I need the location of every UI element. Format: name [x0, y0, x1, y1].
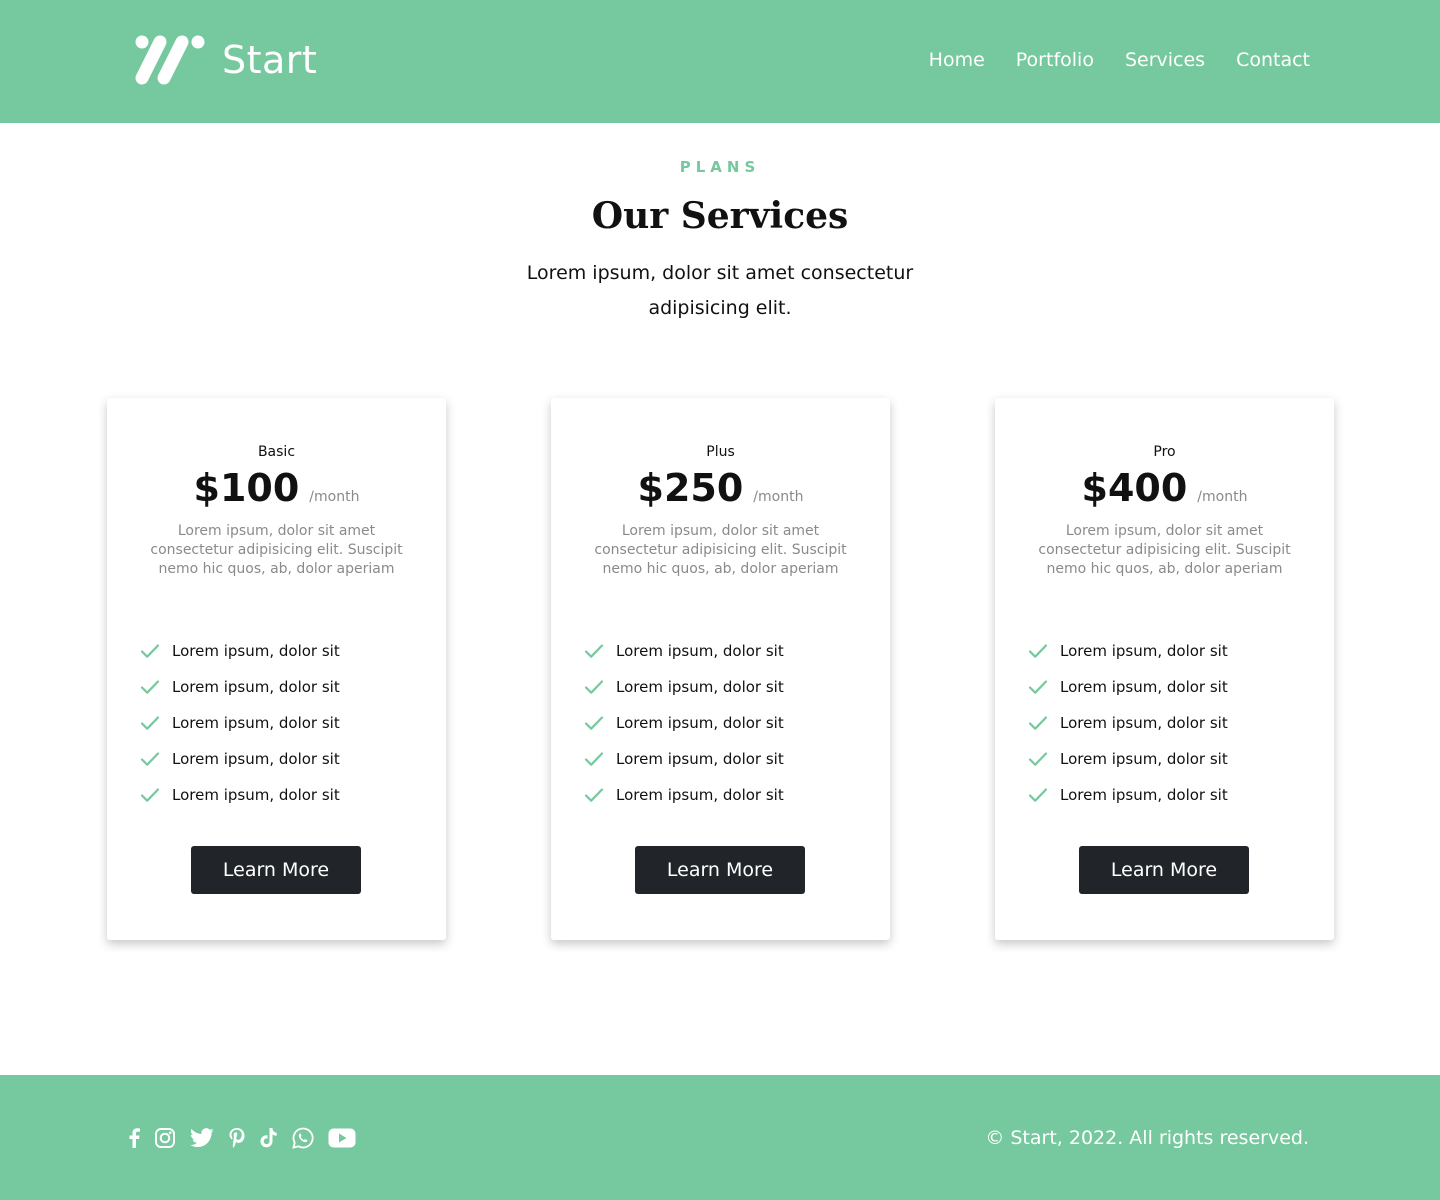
whatsapp-icon[interactable]	[292, 1125, 314, 1151]
learn-more-button[interactable]: Learn More	[1079, 846, 1249, 894]
copyright-text: © Start, 2022. All rights reserved.	[985, 1127, 1309, 1149]
plan-description: Lorem ipsum, dolor sit amet consectetur …	[150, 523, 403, 577]
feature-item: Lorem ipsum, dolor sit	[584, 741, 784, 777]
feature-item: Lorem ipsum, dolor sit	[1028, 777, 1228, 813]
check-icon	[584, 713, 604, 733]
logo[interactable]: Start	[134, 34, 317, 86]
feature-item: Lorem ipsum, dolor sit	[584, 633, 784, 669]
tiktok-icon[interactable]	[260, 1125, 278, 1151]
feature-text: Lorem ipsum, dolor sit	[172, 750, 340, 768]
plan-description: Lorem ipsum, dolor sit amet consectetur …	[594, 523, 847, 577]
feature-text: Lorem ipsum, dolor sit	[616, 750, 784, 768]
plan-period: /month	[309, 489, 360, 505]
feature-list: Lorem ipsum, dolor sit Lorem ipsum, dolo…	[584, 633, 784, 813]
facebook-icon[interactable]	[128, 1125, 140, 1151]
nav-portfolio[interactable]: Portfolio	[1016, 46, 1094, 74]
feature-text: Lorem ipsum, dolor sit	[172, 714, 340, 732]
feature-item: Lorem ipsum, dolor sit	[584, 705, 784, 741]
main-nav: Home Portfolio Services Contact	[929, 46, 1310, 74]
plan-period: /month	[1197, 489, 1248, 505]
twitter-icon[interactable]	[190, 1125, 214, 1151]
feature-item: Lorem ipsum, dolor sit	[140, 777, 340, 813]
feature-text: Lorem ipsum, dolor sit	[172, 642, 340, 660]
feature-item: Lorem ipsum, dolor sit	[140, 633, 340, 669]
check-icon	[584, 641, 604, 661]
price-row: $250 /month	[551, 466, 890, 510]
feature-text: Lorem ipsum, dolor sit	[616, 714, 784, 732]
feature-text: Lorem ipsum, dolor sit	[172, 786, 340, 804]
check-icon	[1028, 713, 1048, 733]
check-icon	[1028, 749, 1048, 769]
pinterest-icon[interactable]	[228, 1125, 246, 1151]
feature-text: Lorem ipsum, dolor sit	[616, 642, 784, 660]
feature-text: Lorem ipsum, dolor sit	[1060, 642, 1228, 660]
social-links	[128, 1125, 356, 1151]
feature-item: Lorem ipsum, dolor sit	[140, 669, 340, 705]
check-icon	[584, 677, 604, 697]
feature-item: Lorem ipsum, dolor sit	[1028, 705, 1228, 741]
plan-price: $400	[1081, 466, 1188, 510]
feature-item: Lorem ipsum, dolor sit	[1028, 633, 1228, 669]
check-icon	[140, 749, 160, 769]
section-eyebrow: PLANS	[679, 158, 761, 176]
plan-name: Pro	[1153, 444, 1176, 460]
nav-home[interactable]: Home	[929, 46, 985, 74]
check-icon	[584, 749, 604, 769]
plan-name: Basic	[257, 444, 296, 460]
learn-more-button[interactable]: Learn More	[635, 846, 805, 894]
feature-item: Lorem ipsum, dolor sit	[584, 669, 784, 705]
check-icon	[140, 641, 160, 661]
feature-text: Lorem ipsum, dolor sit	[1060, 678, 1228, 696]
plan-card-plus: Plus $250 /month Lorem ipsum, dolor sit …	[551, 398, 890, 940]
plan-price: $250	[637, 466, 744, 510]
feature-item: Lorem ipsum, dolor sit	[140, 705, 340, 741]
feature-text: Lorem ipsum, dolor sit	[616, 786, 784, 804]
plan-card-pro: Pro $400 /month Lorem ipsum, dolor sit a…	[995, 398, 1334, 940]
youtube-icon[interactable]	[328, 1125, 356, 1151]
site-footer: © Start, 2022. All rights reserved.	[0, 1075, 1440, 1200]
feature-item: Lorem ipsum, dolor sit	[1028, 669, 1228, 705]
plan-period: /month	[753, 489, 804, 505]
feature-item: Lorem ipsum, dolor sit	[584, 777, 784, 813]
feature-text: Lorem ipsum, dolor sit	[1060, 714, 1228, 732]
feature-list: Lorem ipsum, dolor sit Lorem ipsum, dolo…	[1028, 633, 1228, 813]
section-subtitle: Lorem ipsum, dolor sit amet consectetur …	[526, 262, 914, 319]
plan-price: $100	[193, 466, 300, 510]
nav-services[interactable]: Services	[1125, 46, 1205, 74]
feature-item: Lorem ipsum, dolor sit	[1028, 741, 1228, 777]
logo-icon	[135, 35, 205, 85]
check-icon	[584, 785, 604, 805]
feature-text: Lorem ipsum, dolor sit	[1060, 786, 1228, 804]
site-header: Start Home Portfolio Services Contact	[0, 0, 1440, 123]
nav-contact[interactable]: Contact	[1236, 46, 1310, 74]
check-icon	[1028, 641, 1048, 661]
brand-name: Start	[222, 38, 318, 82]
instagram-icon[interactable]	[154, 1125, 176, 1151]
plan-name: Plus	[706, 444, 735, 460]
section-title: Our Services	[591, 195, 849, 237]
feature-list: Lorem ipsum, dolor sit Lorem ipsum, dolo…	[140, 633, 340, 813]
feature-text: Lorem ipsum, dolor sit	[616, 678, 784, 696]
check-icon	[1028, 677, 1048, 697]
plan-card-basic: Basic $100 /month Lorem ipsum, dolor sit…	[107, 398, 446, 940]
plan-description: Lorem ipsum, dolor sit amet consectetur …	[1038, 523, 1291, 577]
check-icon	[140, 713, 160, 733]
price-row: $400 /month	[995, 466, 1334, 510]
feature-text: Lorem ipsum, dolor sit	[1060, 750, 1228, 768]
check-icon	[140, 677, 160, 697]
check-icon	[1028, 785, 1048, 805]
check-icon	[140, 785, 160, 805]
feature-item: Lorem ipsum, dolor sit	[140, 741, 340, 777]
price-row: $100 /month	[107, 466, 446, 510]
learn-more-button[interactable]: Learn More	[191, 846, 361, 894]
feature-text: Lorem ipsum, dolor sit	[172, 678, 340, 696]
